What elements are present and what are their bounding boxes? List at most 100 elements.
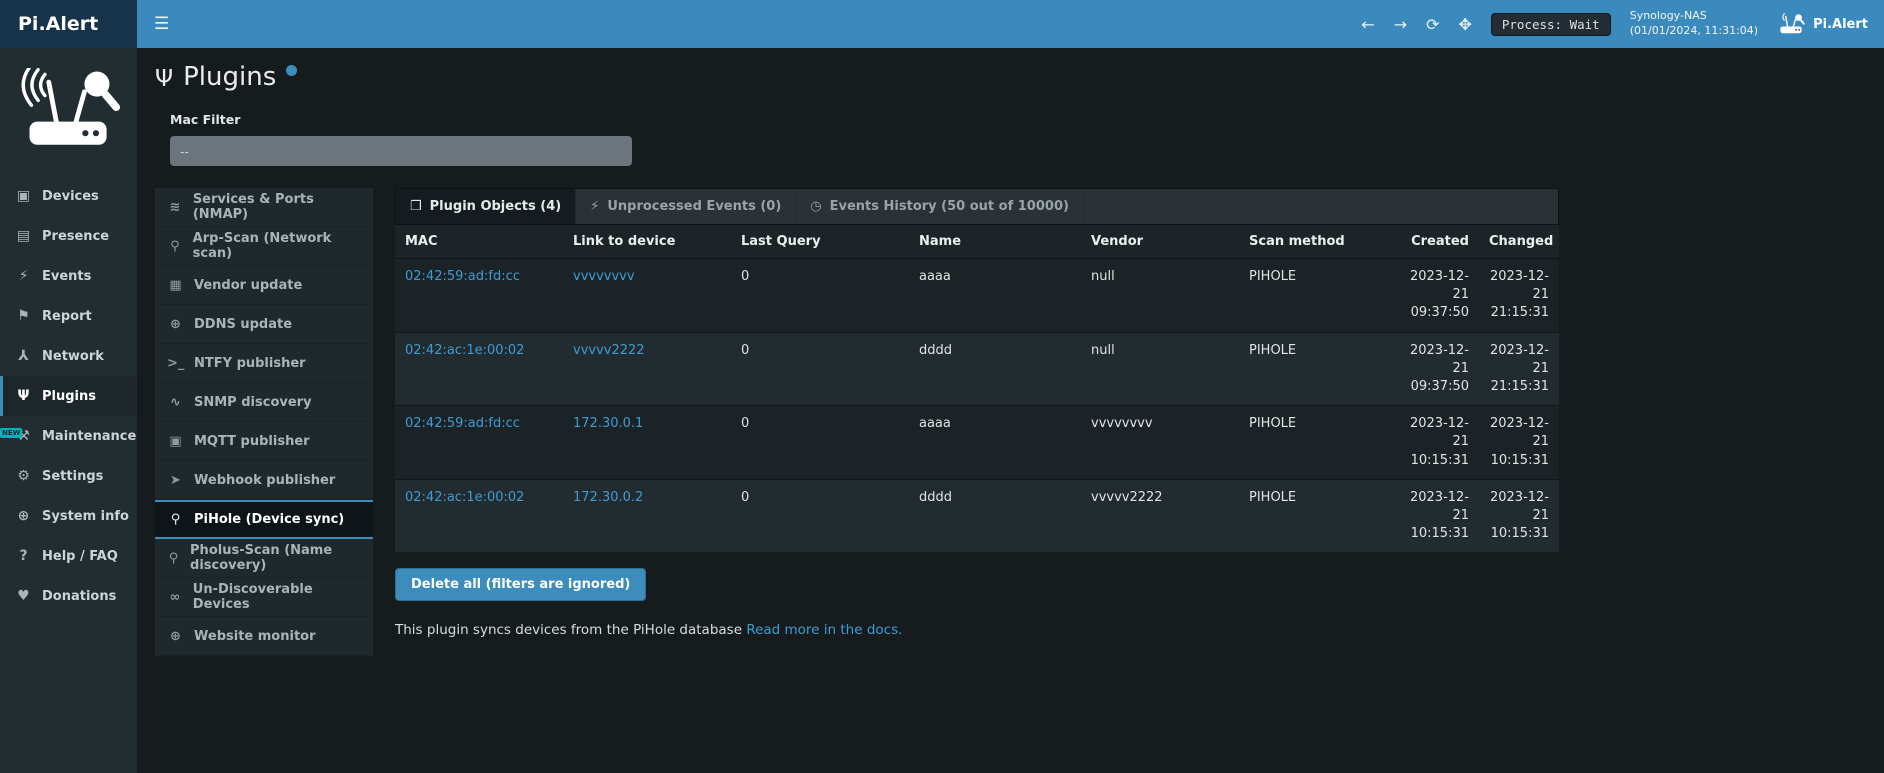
cell-scan-method: PIHOLE [1239, 406, 1399, 480]
plugin-nav-vendor-update[interactable]: ▦ Vendor update [155, 266, 373, 305]
binoculars-icon: ∞ [167, 590, 183, 605]
sidebar-item-label: Network [42, 349, 104, 364]
created-time: 10:15:31 [1409, 525, 1469, 543]
sidebar-item-help-faq[interactable]: ? Help / FAQ [0, 536, 137, 576]
cell-changed: 2023-12-21 10:15:31 [1479, 406, 1559, 480]
plugin-nav-nmap[interactable]: ≋ Services & Ports (NMAP) [155, 188, 373, 227]
search-icon: ⚲ [167, 512, 184, 527]
flag-icon: ⚑ [15, 308, 32, 324]
col-header-scan-method: Scan method [1239, 225, 1399, 259]
sidebar-item-label: Donations [42, 589, 116, 604]
plugin-nav-arpscan[interactable]: ⚲ Arp-Scan (Network scan) [155, 227, 373, 266]
refresh-icon[interactable]: ⟳ [1426, 15, 1439, 34]
info-badge-icon[interactable] [286, 65, 297, 76]
sidebar-item-presence[interactable]: ▤ Presence [0, 216, 137, 256]
plugin-nav-label: Vendor update [194, 278, 302, 293]
delete-all-button[interactable]: Delete all (filters are ignored) [395, 568, 646, 601]
cell-name: aaaa [909, 259, 1081, 333]
created-time: 09:37:50 [1409, 378, 1469, 396]
tab-plugin-objects[interactable]: ❒ Plugin Objects (4) [396, 189, 576, 224]
sidebar-item-label: System info [42, 509, 129, 524]
device-link[interactable]: 172.30.0.1 [573, 416, 643, 431]
created-date: 2023-12-21 [1409, 342, 1469, 378]
sidebar-item-devices[interactable]: ▣ Devices [0, 176, 137, 216]
search-icon: ⚲ [167, 239, 183, 254]
send-icon: ➤ [167, 473, 184, 488]
sidebar-item-label: Report [42, 309, 92, 324]
plugin-nav-undiscoverable[interactable]: ∞ Un-Discoverable Devices [155, 578, 373, 617]
plugin-nav-label: NTFY publisher [194, 356, 306, 371]
sidebar-item-label: Plugins [42, 389, 96, 404]
plugin-nav-webhook[interactable]: ➤ Webhook publisher [155, 461, 373, 500]
back-arrow-icon[interactable]: ← [1361, 15, 1374, 34]
sidebar-item-maintenance[interactable]: NEW ⚒ Maintenance [0, 416, 137, 456]
move-icon[interactable]: ✥ [1458, 15, 1471, 34]
plugin-nav-snmp[interactable]: ∿ SNMP discovery [155, 383, 373, 422]
tab-bar: ❒ Plugin Objects (4) ⚡ Unprocessed Event… [395, 188, 1559, 225]
cell-changed: 2023-12-21 10:15:31 [1479, 479, 1559, 552]
sidebar-item-label: Presence [42, 229, 109, 244]
sidebar-item-system-info[interactable]: ⊕ System info [0, 496, 137, 536]
plugin-nav-label: Website monitor [194, 629, 316, 644]
sidebar: ▣ Devices ▤ Presence ⚡ Events ⚑ Report ⅄… [0, 48, 137, 773]
changed-date: 2023-12-21 [1489, 342, 1549, 378]
plugin-description-text: This plugin syncs devices from the PiHol… [395, 622, 742, 638]
sidebar-item-report[interactable]: ⚑ Report [0, 296, 137, 336]
mac-link[interactable]: 02:42:ac:1e:00:02 [405, 490, 524, 505]
plugin-nav-ddns-update[interactable]: ⊕ DDNS update [155, 305, 373, 344]
app-brand[interactable]: Pi.Alert [1777, 12, 1868, 36]
mac-filter: Mac Filter [170, 112, 1884, 166]
docs-link[interactable]: Read more in the docs. [746, 622, 902, 638]
changed-time: 10:15:31 [1489, 525, 1549, 543]
sidebar-item-label: Events [42, 269, 91, 284]
plugin-nav-pihole[interactable]: ⚲ PiHole (Device sync) [155, 500, 373, 539]
plugin-nav-label: MQTT publisher [194, 434, 310, 449]
mac-filter-input[interactable] [170, 136, 632, 166]
cell-last-query: 0 [731, 479, 909, 552]
calendar-icon: ▤ [15, 228, 32, 244]
tab-events-history[interactable]: ◷ Events History (50 out of 10000) [796, 189, 1084, 224]
devices-icon: ▣ [15, 188, 32, 204]
sidebar-item-settings[interactable]: ⚙ Settings [0, 456, 137, 496]
device-link[interactable]: vvvvv2222 [573, 343, 645, 358]
plugin-nav-mqtt[interactable]: ▣ MQTT publisher [155, 422, 373, 461]
plugin-nav-ntfy[interactable]: >_ NTFY publisher [155, 344, 373, 383]
topbar: Pi.Alert ☰ ← → ⟳ ✥ Process: Wait Synolog… [0, 0, 1884, 48]
brand-logo[interactable]: Pi.Alert [0, 0, 137, 48]
cell-created: 2023-12-21 09:37:50 [1399, 332, 1479, 406]
heart-icon: ♥ [15, 588, 32, 604]
tab-unprocessed-events[interactable]: ⚡ Unprocessed Events (0) [576, 189, 796, 224]
mac-filter-label: Mac Filter [170, 112, 1884, 127]
device-link[interactable]: vvvvvvvv [573, 269, 635, 284]
table-row: 02:42:ac:1e:00:02 172.30.0.2 0 dddd vvvv… [395, 479, 1559, 552]
device-link[interactable]: 172.30.0.2 [573, 490, 643, 505]
mac-link[interactable]: 02:42:59:ad:fd:cc [405, 416, 520, 431]
tab-label: Plugin Objects (4) [430, 199, 562, 214]
sidebar-item-donations[interactable]: ♥ Donations [0, 576, 137, 616]
sidebar-item-label: Devices [42, 189, 99, 204]
col-header-created: Created [1399, 225, 1479, 259]
forward-arrow-icon[interactable]: → [1394, 15, 1407, 34]
plugin-nav-pholus[interactable]: ⚲ Pholus-Scan (Name discovery) [155, 539, 373, 578]
plugin-description: This plugin syncs devices from the PiHol… [395, 622, 1559, 638]
sidebar-item-network[interactable]: ⅄ Network [0, 336, 137, 376]
router-logo [0, 48, 137, 166]
sidebar-item-plugins[interactable]: Ψ Plugins [0, 376, 137, 416]
changed-date: 2023-12-21 [1489, 268, 1549, 304]
process-status-badge: Process: Wait [1491, 13, 1611, 36]
created-date: 2023-12-21 [1409, 489, 1469, 525]
cell-name: dddd [909, 332, 1081, 406]
page-header: Ψ Plugins [155, 62, 1884, 92]
plugin-objects-table: MAC Link to device Last Query Name Vendo… [395, 225, 1559, 552]
cell-scan-method: PIHOLE [1239, 479, 1399, 552]
sidebar-item-events[interactable]: ⚡ Events [0, 256, 137, 296]
col-header-mac: MAC [395, 225, 563, 259]
mac-link[interactable]: 02:42:59:ad:fd:cc [405, 269, 520, 284]
hamburger-menu-icon[interactable]: ☰ [137, 14, 186, 34]
router-mini-icon [1777, 12, 1805, 36]
plugin-detail-panel: ❒ Plugin Objects (4) ⚡ Unprocessed Event… [395, 188, 1559, 656]
plugin-nav-website-monitor[interactable]: ⊕ Website monitor [155, 617, 373, 656]
cell-created: 2023-12-21 10:15:31 [1399, 479, 1479, 552]
col-header-link: Link to device [563, 225, 731, 259]
mac-link[interactable]: 02:42:ac:1e:00:02 [405, 343, 524, 358]
